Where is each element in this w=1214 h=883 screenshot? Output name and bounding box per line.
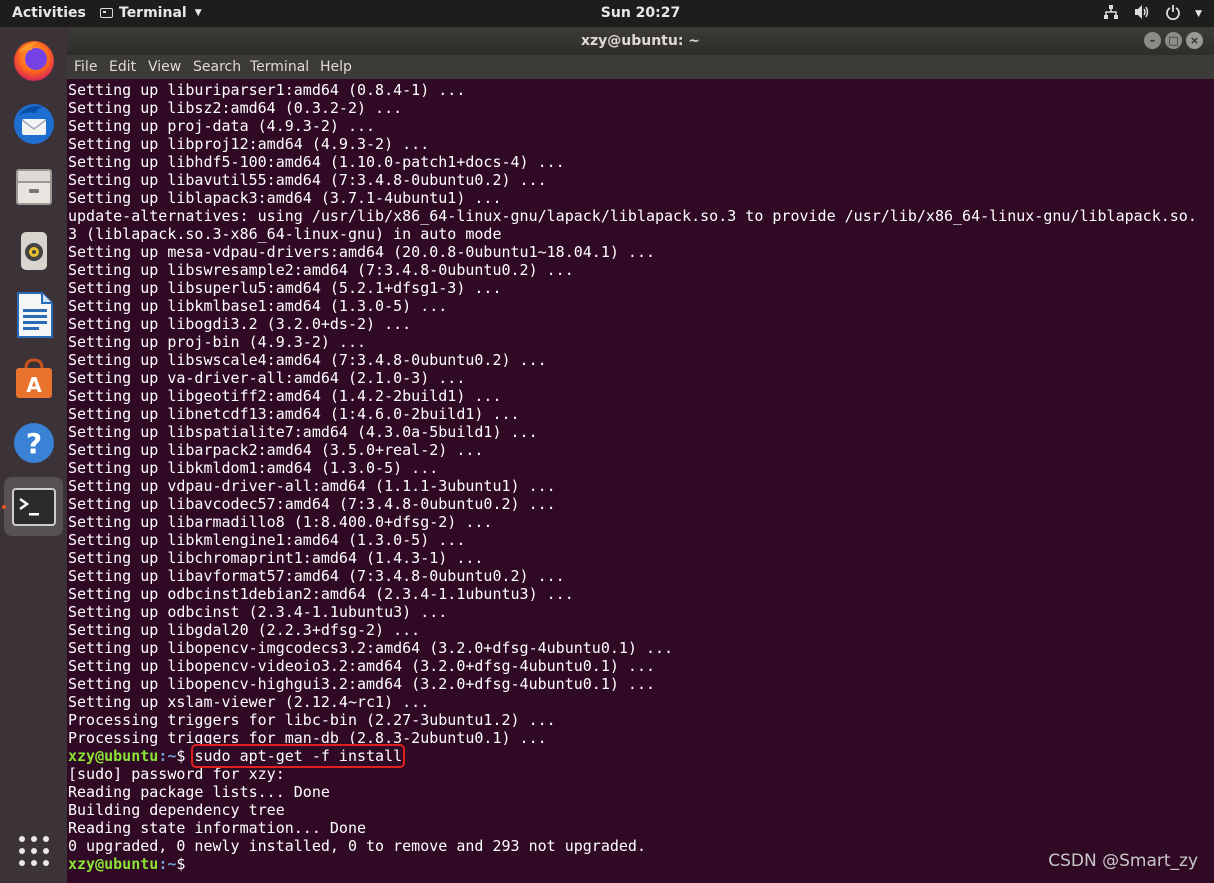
active-indicator — [2, 505, 6, 509]
output-line: update-alternatives: using /usr/lib/x86_… — [68, 207, 1197, 225]
output-line: Setting up liblapack3:amd64 (3.7.1-4ubun… — [68, 189, 502, 207]
prompt-path: :~ — [158, 855, 177, 873]
app-menu-label: Terminal — [119, 5, 187, 21]
terminal-window: xzy@ubuntu: ~ – □ × File Edit View Searc… — [67, 27, 1214, 883]
terminal-icon[interactable] — [2, 477, 63, 536]
maximize-button[interactable]: □ — [1165, 32, 1182, 49]
minimize-button[interactable]: – — [1144, 32, 1161, 49]
output-line: Setting up libopencv-highgui3.2:amd64 (3… — [68, 675, 655, 693]
output-line: Setting up libgdal20 (2.2.3+dfsg-2) ... — [68, 621, 421, 639]
output-line: Setting up libsuperlu5:amd64 (5.2.1+dfsg… — [68, 279, 502, 297]
activities-button[interactable]: Activities — [12, 5, 86, 21]
libreoffice-writer-icon[interactable] — [4, 285, 63, 344]
output-line: Building dependency tree — [68, 801, 285, 819]
command-line: xzy@ubuntu:~$ sudo apt-get -f install — [68, 744, 1214, 768]
files-icon[interactable] — [4, 157, 63, 216]
output-line: Setting up libproj12:amd64 (4.9.3-2) ... — [68, 135, 430, 153]
highlighted-command: sudo apt-get -f install — [191, 744, 406, 768]
output-line: Setting up xslam-viewer (2.12.4~rc1) ... — [68, 693, 430, 711]
prompt-path: :~ — [158, 747, 177, 765]
menu-view[interactable]: View — [148, 59, 181, 75]
terminal-output[interactable]: Setting up liburiparser1:amd64 (0.8.4-1)… — [67, 79, 1214, 883]
menu-search[interactable]: Search — [193, 59, 241, 75]
menu-terminal[interactable]: Terminal — [250, 59, 309, 75]
output-line: Setting up libchromaprint1:amd64 (1.4.3-… — [68, 549, 484, 567]
close-button[interactable]: × — [1186, 32, 1203, 49]
menu-help[interactable]: Help — [320, 59, 352, 75]
svg-text:?: ? — [25, 427, 41, 460]
prompt-user: xzy@ubuntu — [68, 747, 159, 765]
output-line: 3 (liblapack.so.3-x86_64-linux-gnu) in a… — [68, 225, 502, 243]
power-icon[interactable] — [1165, 4, 1181, 24]
output-line: Setting up mesa-vdpau-drivers:amd64 (20.… — [68, 243, 655, 261]
show-applications-icon[interactable] — [4, 821, 63, 880]
output-line: Setting up libgeotiff2:amd64 (1.4.2-2bui… — [68, 387, 502, 405]
output-line: Setting up proj-bin (4.9.3-2) ... — [68, 333, 367, 351]
window-title: xzy@ubuntu: ~ — [580, 33, 701, 49]
rhythmbox-icon[interactable] — [4, 221, 63, 280]
prompt-user: xzy@ubuntu — [68, 855, 159, 873]
firefox-icon[interactable] — [4, 30, 63, 89]
output-line: Processing triggers for man-db (2.8.3-2u… — [68, 729, 547, 747]
chevron-down-icon: ▼ — [194, 8, 202, 18]
output-line: Setting up libogdi3.2 (3.2.0+ds-2) ... — [68, 315, 412, 333]
thunderbird-icon[interactable] — [4, 93, 63, 152]
output-line: Setting up libavformat57:amd64 (7:3.4.8-… — [68, 567, 565, 585]
prompt-symbol: $ — [176, 747, 195, 765]
output-line: Setting up vdpau-driver-all:amd64 (1.1.1… — [68, 477, 556, 495]
current-prompt: xzy@ubuntu:~$ — [68, 855, 1214, 873]
terminal-app-icon — [100, 8, 113, 18]
chevron-down-icon[interactable]: ▼ — [1195, 9, 1202, 19]
output-line: Setting up libarmadillo8 (1:8.400.0+dfsg… — [68, 513, 493, 531]
help-icon[interactable]: ? — [4, 413, 63, 472]
volume-icon[interactable] — [1133, 4, 1151, 24]
output-line: Setting up libhdf5-100:amd64 (1.10.0-pat… — [68, 153, 565, 171]
network-icon[interactable] — [1103, 4, 1119, 24]
output-line: [sudo] password for xzy: — [68, 765, 285, 783]
output-line: Reading state information... Done — [68, 819, 367, 837]
output-line: Setting up proj-data (4.9.3-2) ... — [68, 117, 376, 135]
output-line: Setting up libkmlengine1:amd64 (1.3.0-5)… — [68, 531, 466, 549]
output-line: Setting up libavcodec57:amd64 (7:3.4.8-0… — [68, 495, 556, 513]
menubar: File Edit View Search Terminal Help — [67, 55, 1214, 79]
output-line: 0 upgraded, 0 newly installed, 0 to remo… — [68, 837, 646, 855]
menu-edit[interactable]: Edit — [109, 59, 136, 75]
system-tray[interactable]: ▼ — [1103, 4, 1202, 24]
output-line: Setting up libswscale4:amd64 (7:3.4.8-0u… — [68, 351, 547, 369]
output-line: Processing triggers for libc-bin (2.27-3… — [68, 711, 556, 729]
output-line: Setting up libsz2:amd64 (0.3.2-2) ... — [68, 99, 403, 117]
output-line: Setting up libspatialite7:amd64 (4.3.0a-… — [68, 423, 538, 441]
output-line: Setting up odbcinst1debian2:amd64 (2.3.4… — [68, 585, 574, 603]
output-line: Setting up libavutil55:amd64 (7:3.4.8-0u… — [68, 171, 547, 189]
output-line: Setting up va-driver-all:amd64 (2.1.0-3)… — [68, 369, 466, 387]
output-line: Setting up odbcinst (2.3.4-1.1ubuntu3) .… — [68, 603, 448, 621]
output-line: Reading package lists... Done — [68, 783, 330, 801]
svg-text:A: A — [26, 373, 42, 397]
output-line: Setting up libopencv-imgcodecs3.2:amd64 … — [68, 639, 674, 657]
output-line: Setting up libarpack2:amd64 (3.5.0+real-… — [68, 441, 484, 459]
app-menu[interactable]: Terminal ▼ — [100, 5, 202, 21]
output-line: Setting up libkmldom1:amd64 (1.3.0-5) ..… — [68, 459, 439, 477]
watermark: CSDN @Smart_zy — [1048, 851, 1198, 871]
output-line: Setting up libnetcdf13:amd64 (1:4.6.0-2b… — [68, 405, 520, 423]
software-center-icon[interactable]: A — [4, 349, 63, 408]
output-line: Setting up libswresample2:amd64 (7:3.4.8… — [68, 261, 574, 279]
output-line: Setting up libopencv-videoio3.2:amd64 (3… — [68, 657, 655, 675]
output-line: Setting up liburiparser1:amd64 (0.8.4-1)… — [68, 81, 466, 99]
dock: A ? — [0, 27, 67, 883]
prompt-symbol: $ — [176, 855, 195, 873]
output-line: Setting up libkmlbase1:amd64 (1.3.0-5) .… — [68, 297, 448, 315]
menu-file[interactable]: File — [74, 59, 97, 75]
window-titlebar[interactable]: xzy@ubuntu: ~ – □ × — [67, 27, 1214, 55]
top-panel: Activities Terminal ▼ Sun 20:27 ▼ — [0, 0, 1214, 27]
